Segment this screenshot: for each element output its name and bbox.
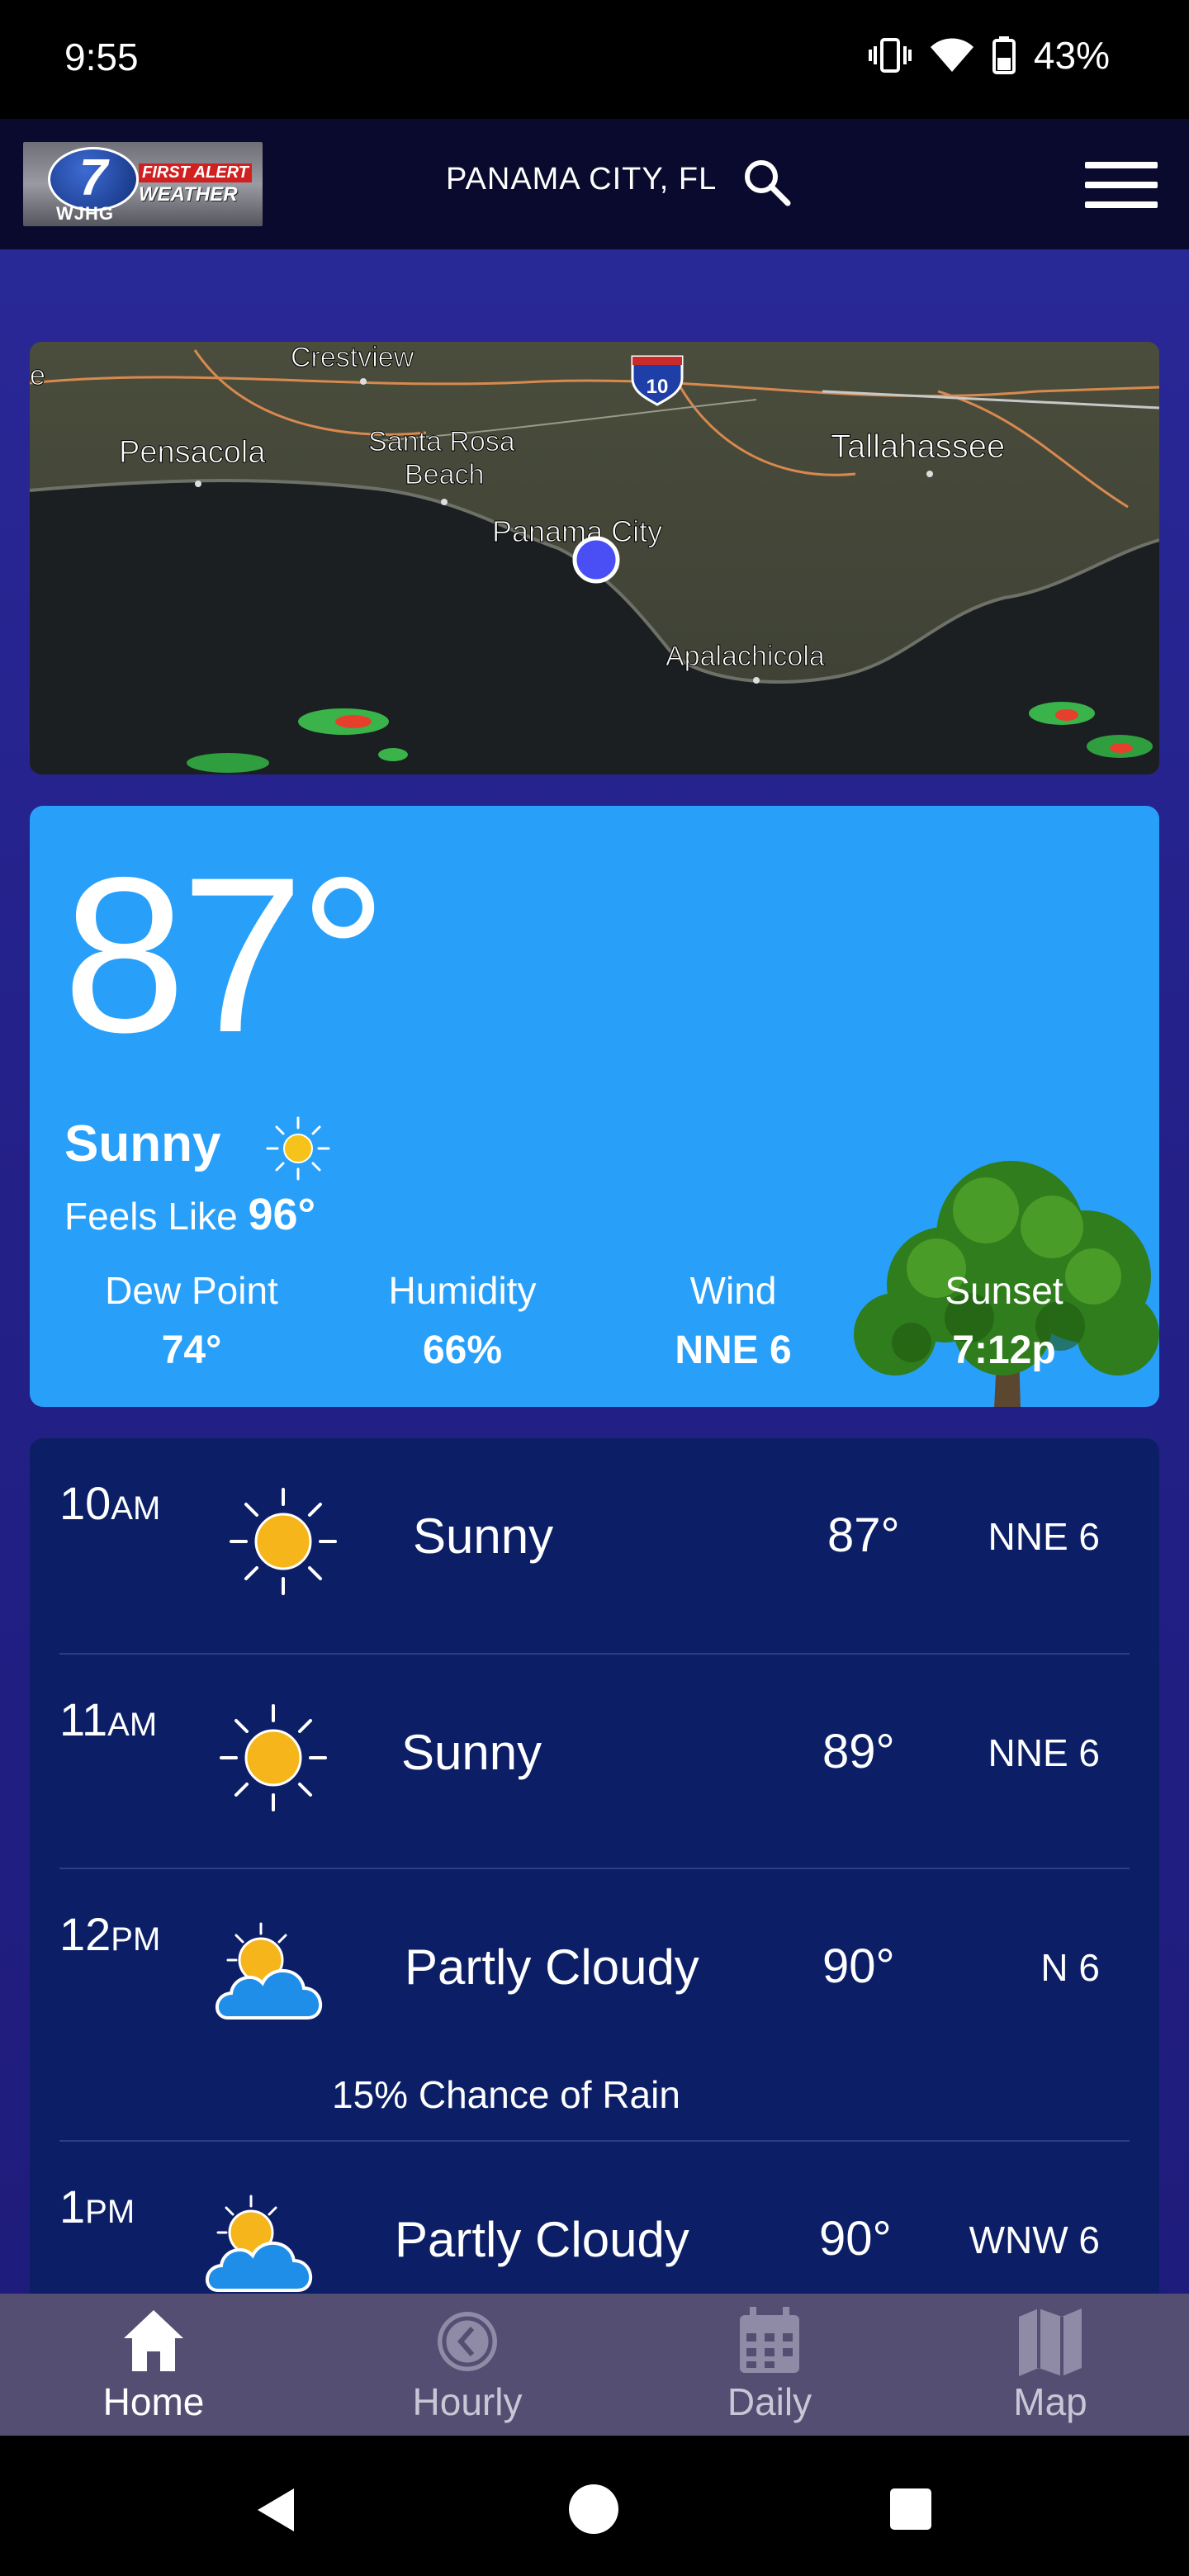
stat-value: 74° [161,1328,222,1372]
map-icon [1019,2308,1082,2376]
stat-dew-point: Dew Point 74° [59,1268,324,1373]
partly-cloudy-icon [206,2195,312,2292]
hour-temperature: 87° [827,1508,900,1562]
tab-hourly[interactable]: Hourly [352,2294,583,2436]
map-label-crestview: Crestview [291,342,414,373]
stat-sunset: Sunset 7:12p [872,1268,1136,1373]
map-label-apalachicola: Apalachicola [666,641,825,672]
status-bar: 9:55 43% [0,0,1189,119]
hour-label: 10AM [59,1477,161,1529]
logo-number: 7 [48,147,139,211]
hourly-forecast-list[interactable]: 10AM Sunny 87° NNE 6 11AM Sunny 89° NNE … [30,1438,1159,2297]
radar-map[interactable]: 10 e Crestview Pensacola Santa Rosa Beac… [30,342,1159,774]
logo-line2: WEATHER [139,183,238,206]
map-label-tallahassee: Tallahassee [831,429,1005,465]
map-label-edge: e [30,360,45,391]
location-label[interactable]: PANAMA CITY, FL [446,162,717,197]
current-conditions-card[interactable]: 87° Sunny Feels Like 96° Dew Point 74° H… [30,806,1159,1407]
battery-percent: 43% [1033,34,1110,77]
recents-icon[interactable] [888,2487,933,2531]
tab-map[interactable]: Map [935,2294,1166,2436]
sun-icon [266,1116,330,1181]
hourly-row[interactable]: 10AM Sunny 87° NNE 6 [59,1438,1130,1651]
hour-description: Partly Cloudy [405,1939,699,1995]
stat-wind: Wind NNE 6 [601,1268,865,1373]
map-label-beach: Beach [405,459,484,490]
stat-value: 66% [422,1328,503,1372]
hour-temperature: 90° [822,1939,895,1993]
stat-label: Wind [689,1269,777,1312]
map-svg: 10 e Crestview Pensacola Santa Rosa Beac… [30,342,1159,774]
status-time: 9:55 [64,36,139,78]
system-nav-bar [0,2436,1189,2576]
map-label-pensacola: Pensacola [119,435,266,470]
tab-label: Home [102,2380,205,2423]
current-temperature: 87° [63,831,387,1078]
logo-line1: FIRST ALERT [139,163,252,182]
hourly-row[interactable]: 11AM Sunny 89° NNE 6 [59,1653,1130,1868]
wifi-icon [930,38,973,72]
hour-label: 11AM [59,1693,158,1745]
clock-icon [438,2312,497,2371]
hour-description: Partly Cloudy [395,2212,689,2267]
home-button-icon[interactable] [568,2484,619,2535]
hour-temperature: 90° [819,2212,892,2266]
vibrate-icon [868,38,912,73]
stat-label: Dew Point [105,1269,278,1312]
stat-humidity: Humidity 66% [330,1268,594,1373]
menu-icon[interactable] [1085,159,1159,211]
current-condition: Sunny [64,1115,221,1172]
bottom-nav: Home Hourly Daily Map [0,2294,1189,2436]
station-logo[interactable]: 7 WJHG FIRST ALERT WEATHER [23,142,263,226]
feels-like-value: 96° [248,1190,316,1239]
hourly-row[interactable]: 12PM Partly Cloudy 90° N 6 15% Chance of… [59,1868,1130,2140]
stat-label: Humidity [388,1269,537,1312]
rain-chance: 15% Chance of Rain [332,2073,680,2116]
back-icon[interactable] [253,2485,299,2535]
hour-temperature: 89° [822,1725,895,1778]
hour-wind: WNW 6 [969,2218,1100,2261]
i10-label: 10 [647,376,669,398]
map-label-santa-rosa: Santa Rosa [368,426,515,457]
feels-like-label: Feels Like [64,1195,238,1238]
stat-value: 7:12p [952,1328,1056,1372]
feels-like: Feels Like 96° [64,1189,315,1240]
stat-label: Sunset [945,1269,1063,1312]
logo-call-sign: WJHG [56,203,114,224]
sun-icon [220,1704,327,1811]
hourly-row[interactable]: 1PM Partly Cloudy 90° WNW 6 [59,2140,1130,2297]
tab-label: Daily [727,2380,812,2423]
home-icon [124,2310,183,2371]
hour-wind: NNE 6 [988,1515,1100,1558]
location-marker [572,536,620,584]
hour-wind: N 6 [1040,1946,1100,1989]
hour-label: 1PM [59,2181,135,2233]
hour-label: 12PM [59,1908,161,1960]
partly-cloudy-icon [216,1922,322,2020]
hour-wind: NNE 6 [988,1731,1100,1774]
tab-daily[interactable]: Daily [654,2294,885,2436]
tab-home[interactable]: Home [38,2294,269,2436]
search-icon[interactable] [741,157,791,206]
sun-icon [230,1488,337,1595]
battery-icon [992,36,1016,74]
hour-description: Sunny [413,1508,554,1564]
hour-description: Sunny [401,1725,542,1780]
stat-value: NNE 6 [675,1328,792,1372]
tab-label: Map [1013,2380,1087,2423]
status-icons: 43% [868,33,1110,78]
tab-label: Hourly [412,2380,523,2423]
map-label-panama-city: Panama City [492,514,662,548]
calendar-icon [740,2307,799,2373]
